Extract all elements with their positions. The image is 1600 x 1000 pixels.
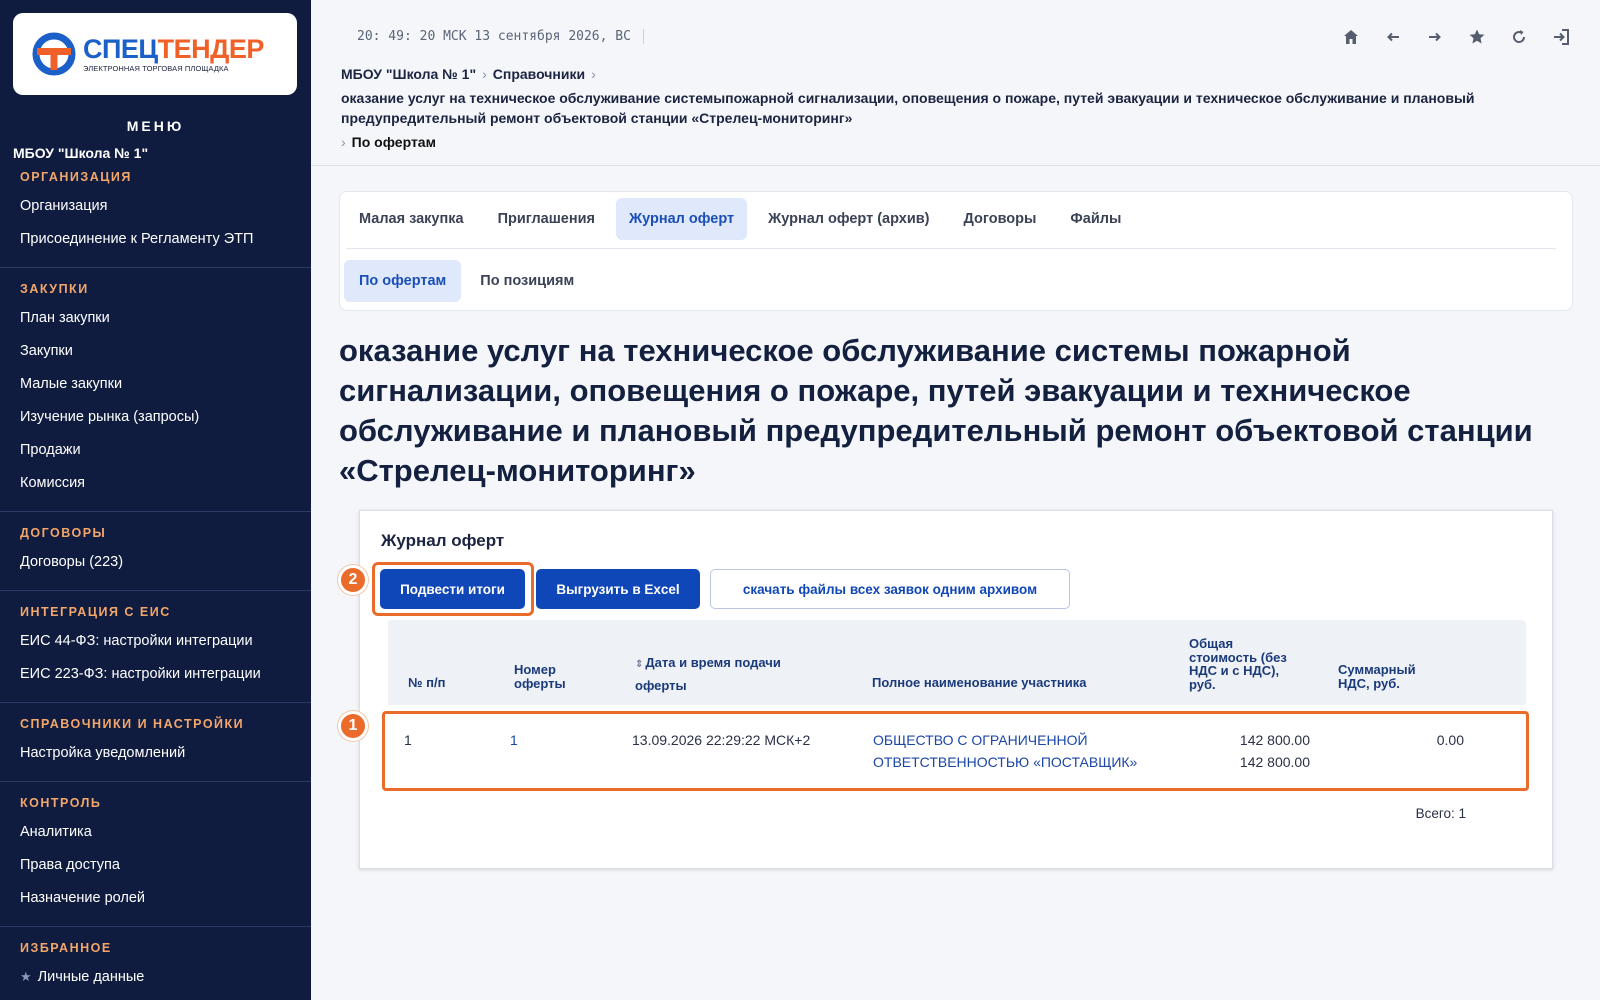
nav-heading: ЗАКУПКИ [20,282,89,296]
column-header-total[interactable]: Общая стоимость (без НДС и с НДС), руб. [1189,637,1299,691]
breadcrumb-section[interactable]: Справочники [493,66,585,82]
sidebar-item-contracts[interactable]: Договоры (223) [10,552,301,572]
breadcrumb: МБОУ "Школа № 1" › Справочники › оказание у… [341,64,1571,152]
sort-icon: ⇕ [635,659,644,670]
sidebar-item-analytics[interactable]: Аналитика [10,822,301,842]
participant-line-1: ОБЩЕСТВО С ОГРАНИЧЕННОЙ [873,732,1088,748]
nav-section-organization: ОРГАНИЗАЦИЯ Организация Присоединение к … [0,168,311,267]
total-without-vat: 142 800.00 [1239,732,1310,748]
sidebar-item-plan[interactable]: План закупки [10,308,301,328]
nav-section-procurement: ЗАКУПКИ План закупки Закупки Малые закуп… [0,267,311,511]
cell-total: 142 800.00 142 800.00 [1190,729,1310,773]
cell-offer-number[interactable]: 1 [510,729,518,751]
nav-section-favorites: ИЗБРАННОЕ ★ Личные данные [0,926,311,987]
nav-section-contracts: ДОГОВОРЫ Договоры (223) [0,511,311,590]
star-icon[interactable] [1466,26,1488,48]
page-title: оказание услуг на техническое обслуживан… [339,333,1533,488]
journal-title: Журнал оферт [381,531,505,550]
logo[interactable]: СПЕЦТЕНДЕР ЭЛЕКТРОННАЯ ТОРГОВАЯ ПЛОЩАДКА [13,13,297,95]
sidebar-item-notifications[interactable]: Настройка уведомлений [10,743,301,763]
sidebar-item-personal-data[interactable]: ★ Личные данные [10,967,301,987]
sidebar-item-sales[interactable]: Продажи [10,440,301,460]
sidebar-item-label: Личные данные [37,969,145,985]
breadcrumb-procurement[interactable]: оказание услуг на техническое обслуживан… [341,88,1571,128]
subtab-by-positions[interactable]: По позициям [465,260,589,302]
sidebar-item-eis-223[interactable]: ЕИС 223-ФЗ: настройки интеграции [10,664,301,684]
sidebar-item-commission[interactable]: Комиссия [10,473,301,493]
back-arrow-icon[interactable] [1382,26,1404,48]
sidebar-item-eis-44[interactable]: ЕИС 44-ФЗ: настройки интеграции [10,631,301,651]
toolbar-icons [1340,26,1572,48]
column-header-num[interactable]: № п/п [408,676,445,690]
sidebar-org-name: МБОУ "Школа № 1" [13,145,149,161]
column-header-vat[interactable]: Суммарный НДС, руб. [1338,663,1438,690]
sidebar-item-access-rights[interactable]: Права доступа [10,855,301,875]
sidebar-item-roles[interactable]: Назначение ролей [10,888,301,908]
column-header-date[interactable]: ⇕ Дата и время подачи оферты [635,652,805,696]
nav-section-control: КОНТРОЛЬ Аналитика Права доступа Назначе… [0,781,311,926]
step-badge-1: 1 [338,711,368,741]
tab-invitations[interactable]: Приглашения [485,198,608,240]
tab-contracts[interactable]: Договоры [951,198,1050,240]
sidebar-item-organization[interactable]: Организация [10,196,301,216]
tabs-card: Малая закупка Приглашения Журнал оферт Ж… [339,191,1573,311]
sidebar-item-market-research[interactable]: Изучение рынка (запросы) [10,407,301,427]
star-icon: ★ [20,969,32,984]
nav-heading: КОНТРОЛЬ [20,796,102,810]
cell-vat: 0.00 [1436,732,1464,748]
logo-text-part2: ТЕНДЕР [157,33,265,64]
cell-participant[interactable]: ОБЩЕСТВО С ОГРАНИЧЕННОЙ ОТВЕТСТВЕННОСТЬЮ… [873,729,1137,773]
nav-heading: ОРГАНИЗАЦИЯ [20,170,132,184]
download-archive-button[interactable]: скачать файлы всех заявок одним архивом [710,569,1070,609]
sidebar-item-purchases[interactable]: Закупки [10,341,301,361]
sidebar: СПЕЦТЕНДЕР ЭЛЕКТРОННАЯ ТОРГОВАЯ ПЛОЩАДКА… [0,0,311,1000]
tab-offers-journal[interactable]: Журнал оферт [616,198,748,240]
nav-heading: СПРАВОЧНИКИ И НАСТРОЙКИ [20,717,245,731]
logo-icon [31,31,77,77]
total-count: Всего: 1 [1415,806,1466,821]
cell-date: 13.09.2026 22:29:22 МСК+2 [632,732,811,748]
refresh-icon[interactable] [1508,26,1530,48]
step-badge-2: 2 [338,565,368,595]
breadcrumb-separator: › [482,66,487,82]
column-header-offer-number[interactable]: Номер оферты [514,663,584,690]
total-with-vat: 142 800.00 [1239,754,1310,770]
breadcrumb-separator: › [341,134,346,150]
sidebar-item-small-purchases[interactable]: Малые закупки [10,374,301,394]
highlight-summarize-button [372,562,534,616]
tab-small-purchase[interactable]: Малая закупка [346,198,477,240]
menu-title: МЕНЮ [126,118,185,134]
nav-section-settings: СПРАВОЧНИКИ И НАСТРОЙКИ Настройка уведом… [0,702,311,781]
tabs-divider [346,248,1556,249]
breadcrumb-current: По офертам [351,134,436,150]
tab-files[interactable]: Файлы [1057,198,1134,240]
breadcrumb-org[interactable]: МБОУ "Школа № 1" [341,66,476,82]
tab-offers-archive[interactable]: Журнал оферт (архив) [755,198,942,240]
breadcrumb-separator: › [591,66,596,82]
logo-text-part1: СПЕЦ [83,33,158,64]
logo-subtitle: ЭЛЕКТРОННАЯ ТОРГОВАЯ ПЛОЩАДКА [83,63,229,73]
column-header-participant[interactable]: Полное наименование участника [872,676,1087,690]
table-header: № п/п Номер оферты ⇕ Дата и время подачи … [388,620,1526,705]
nav-section-eis: ИНТЕГРАЦИЯ С ЕИС ЕИС 44-ФЗ: настройки ин… [0,590,311,702]
nav-heading: ДОГОВОРЫ [20,526,107,540]
nav-heading: ИНТЕГРАЦИЯ С ЕИС [20,605,171,619]
sidebar-item-regulation[interactable]: Присоединение к Регламенту ЭТП [10,229,301,249]
clock: 20: 49: 20 МСК 13 сентября 2026, ВС [357,29,644,44]
column-header-date-label: Дата и время подачи оферты [635,655,781,693]
topbar: 20: 49: 20 МСК 13 сентября 2026, ВС МБОУ… [311,0,1600,166]
logout-icon[interactable] [1550,26,1572,48]
cell-num: 1 [404,732,412,748]
nav-heading: ИЗБРАННОЕ [20,941,112,955]
subtab-by-offers[interactable]: По офертам [344,260,462,302]
offers-journal-panel: Журнал оферт Подвести итоги Выгрузить в … [338,510,1553,869]
home-icon[interactable] [1340,26,1362,48]
participant-line-2: ОТВЕТСТВЕННОСТЬЮ «ПОСТАВЩИК» [873,754,1138,770]
sub-tabs: По офертам По позициям [344,260,589,302]
sidebar-nav: ОРГАНИЗАЦИЯ Организация Присоединение к … [0,168,311,987]
main-tabs: Малая закупка Приглашения Журнал оферт Ж… [346,198,1134,240]
export-excel-button[interactable]: Выгрузить в Excel [536,569,700,609]
forward-arrow-icon[interactable] [1424,26,1446,48]
